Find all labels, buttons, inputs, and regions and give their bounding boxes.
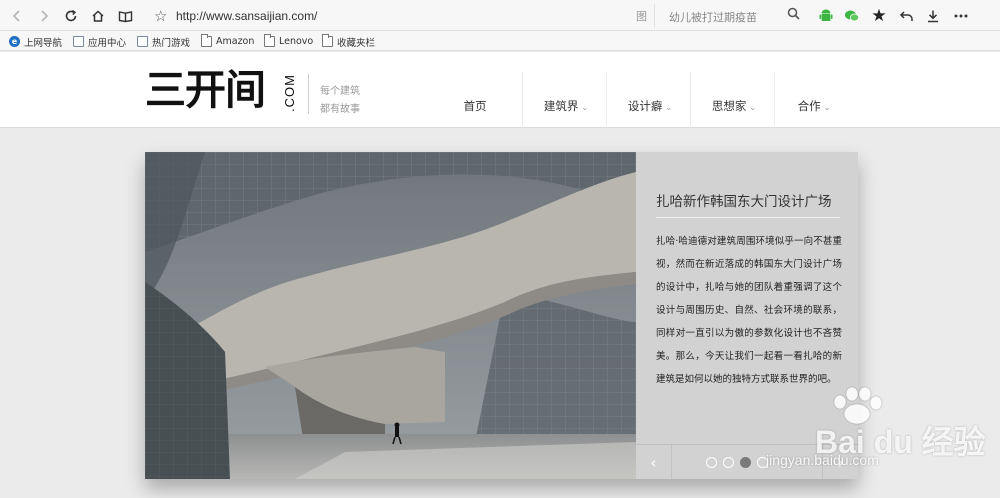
nav-thinkers[interactable]: 思想家 ⌄ (704, 98, 764, 114)
undo-icon[interactable] (895, 5, 917, 27)
page-icon (137, 36, 148, 47)
back-arrow-icon[interactable] (6, 5, 28, 27)
bookmark-app-center[interactable]: 应用中心 (73, 34, 126, 49)
nav-design[interactable]: 设计癖 ⌄ (620, 98, 680, 114)
slide-description: 扎哈·哈迪德对建筑周围环境似乎一向不甚重视，然而在新近落成的韩国东大门设计广场的… (656, 236, 842, 385)
reload-icon[interactable] (60, 5, 82, 27)
bookmark-label: Lenovo (279, 36, 314, 47)
bookmark-label: Amazon (216, 36, 255, 47)
slide-photo[interactable] (145, 152, 636, 479)
star-outline-icon[interactable]: ☆ (154, 7, 167, 25)
nav-divider (522, 72, 523, 126)
wechat-icon[interactable] (841, 5, 863, 27)
nav-divider (690, 72, 691, 126)
slide-dot-1[interactable] (706, 457, 717, 468)
address-bar[interactable]: ☆ http://www.sansaijian.com/ (146, 4, 638, 28)
folder-icon (322, 34, 333, 47)
bookmark-label: 收藏夹栏 (337, 37, 376, 49)
slide-dots (706, 457, 768, 468)
logo-suffix: .COM (282, 74, 297, 112)
search-placeholder[interactable]: 幼儿被打过期疫苗 (669, 9, 757, 25)
nav-architecture[interactable]: 建筑界 ⌄ (536, 98, 596, 114)
search-box[interactable]: 幼儿被打过期疫苗 (654, 4, 806, 28)
site-logo[interactable]: 三开间 (145, 68, 266, 112)
bookmark-nav[interactable]: e 上网导航 (9, 34, 62, 49)
chevron-down-icon: ⌄ (581, 103, 589, 112)
chevron-down-icon: ⌄ (749, 103, 757, 112)
android-icon[interactable] (815, 5, 837, 27)
bookmark-amazon[interactable]: Amazon (201, 34, 254, 49)
folder-icon (201, 34, 212, 47)
chevron-down-icon: ⌄ (665, 103, 673, 112)
tagline-line-2: 都有故事 (320, 104, 360, 115)
title-underline (656, 217, 840, 218)
bookmark-games[interactable]: 热门游戏 (137, 34, 190, 49)
bookmarks-bar: e 上网导航 应用中心 热门游戏 Amazon Lenovo 收藏夹栏 (0, 31, 1000, 51)
bookmark-favorites-bar[interactable]: 收藏夹栏 (322, 34, 375, 49)
chevron-left-icon: ‹ (650, 453, 657, 472)
more-icon[interactable] (950, 5, 972, 27)
nav-divider (606, 72, 607, 126)
baidu-watermark: Bai du 经验 jingyan.baidu.com (760, 384, 1000, 498)
browser-toolbar: ☆ http://www.sansaijian.com/ 图 幼儿被打过期疫苗 … (0, 0, 1000, 31)
url-text[interactable]: http://www.sansaijian.com/ (176, 9, 317, 23)
featured-slider: 扎哈新作韩国东大门设计广场 扎哈·哈迪德对建筑周围环境似乎一向不甚重视，然而在新… (145, 152, 858, 479)
nav-divider (774, 72, 775, 126)
watermark-url: jingyan.baidu.com (766, 452, 879, 468)
logo-divider (308, 74, 309, 114)
ie-icon: e (9, 36, 20, 47)
download-icon[interactable] (922, 5, 944, 27)
nav-home[interactable]: 首页 (452, 98, 498, 114)
bookmark-label: 上网导航 (24, 37, 63, 49)
nav-cooperation[interactable]: 合作 ⌄ (790, 98, 838, 114)
bookmark-lenovo[interactable]: Lenovo (264, 34, 313, 49)
reader-icon[interactable] (114, 5, 136, 27)
reader-mode-icon[interactable]: 图 (636, 8, 647, 24)
slide-dot-3[interactable] (740, 457, 751, 468)
slide-dot-2[interactable] (723, 457, 734, 468)
folder-icon (264, 34, 275, 47)
chevron-down-icon: ⌄ (823, 103, 831, 112)
bookmark-label: 热门游戏 (152, 37, 191, 49)
tagline-line-1: 每个建筑 (320, 86, 360, 97)
page-icon (73, 36, 84, 47)
bookmark-label: 应用中心 (88, 37, 127, 49)
search-icon[interactable] (787, 7, 800, 24)
slide-title[interactable]: 扎哈新作韩国东大门设计广场 (656, 190, 832, 210)
site-header: 三开间 .COM 每个建筑 都有故事 首页 建筑界 ⌄ 设计癖 ⌄ 思想家 ⌄ 合作 ⌄ (0, 52, 1000, 128)
forward-arrow-icon[interactable] (33, 5, 55, 27)
previous-slide-button[interactable]: ‹ (636, 445, 672, 479)
star-filled-icon[interactable]: ★ (868, 5, 890, 27)
home-icon[interactable] (87, 5, 109, 27)
